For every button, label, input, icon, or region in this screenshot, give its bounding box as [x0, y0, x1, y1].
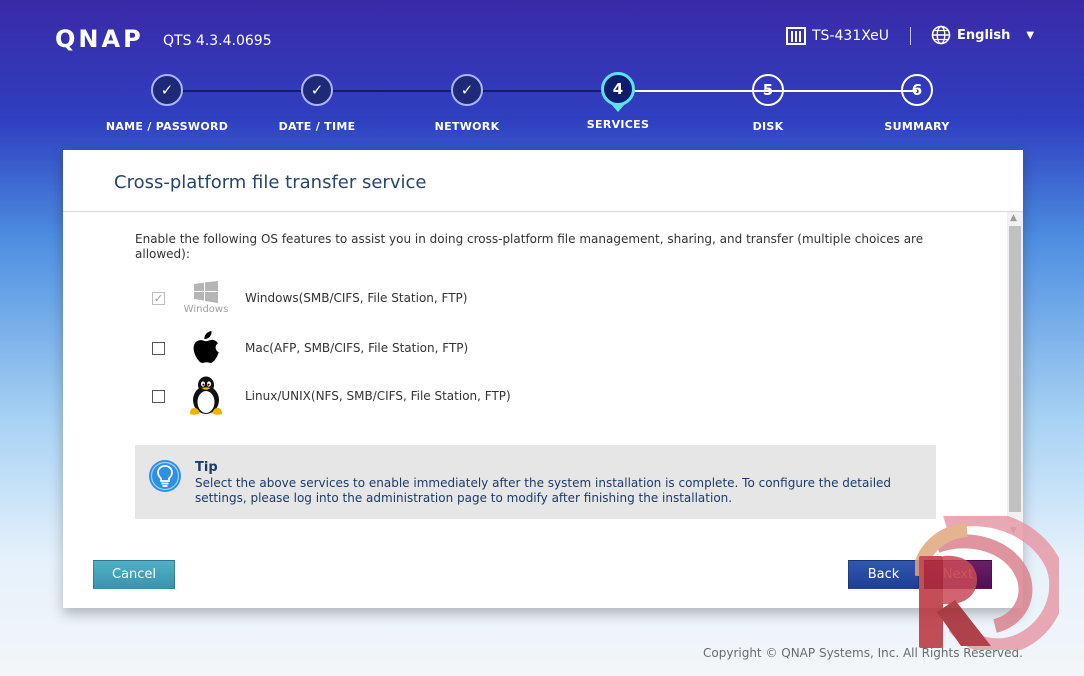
step-number: 5: [752, 74, 784, 106]
watermark-logo-icon: [915, 516, 1059, 650]
tip-text: Select the above services to enable imme…: [195, 476, 892, 505]
intro-text: Enable the following OS features to assi…: [135, 232, 924, 261]
header-divider: [910, 27, 911, 45]
windows-caption: Windows: [183, 304, 229, 315]
step-disk: 5 DISK: [688, 72, 848, 133]
step-check-icon: ✓: [301, 74, 333, 106]
linux-checkbox[interactable]: [152, 389, 165, 403]
firmware-version: QTS 4.3.4.0695: [163, 33, 272, 49]
language-selector[interactable]: English ▼: [931, 25, 1034, 45]
step-check-icon: ✓: [451, 74, 483, 106]
windows-checkbox[interactable]: ✓: [152, 291, 165, 305]
mac-checkbox[interactable]: [152, 341, 165, 355]
step-date-time: ✓ DATE / TIME: [237, 72, 397, 133]
step-label: DATE / TIME: [278, 120, 356, 133]
step-label: SUMMARY: [884, 120, 950, 133]
panel-title: Cross-platform file transfer service: [114, 172, 427, 193]
cancel-button[interactable]: Cancel: [93, 560, 175, 589]
globe-icon: [931, 25, 951, 45]
apple-icon: [181, 328, 231, 368]
mac-option-label: Mac(AFP, SMB/CIFS, File Station, FTP): [245, 341, 469, 355]
qnap-logo: QNAP: [55, 25, 144, 53]
lightbulb-icon: [148, 459, 182, 497]
option-linux: Linux/UNIX(NFS, SMB/CIFS, File Station, …: [152, 376, 511, 416]
device-model-label: TS-431XeU: [812, 28, 890, 44]
back-button[interactable]: Back: [848, 560, 919, 589]
vertical-scrollbar[interactable]: ▲ ▼: [1007, 212, 1023, 536]
linux-option-label: Linux/UNIX(NFS, SMB/CIFS, File Station, …: [245, 389, 511, 403]
step-label: SERVICES: [586, 118, 650, 131]
tip-box: Tip Select the above services to enable …: [135, 445, 936, 519]
option-mac: Mac(AFP, SMB/CIFS, File Station, FTP): [152, 328, 468, 368]
step-network: ✓ NETWORK: [387, 72, 547, 133]
step-label: NETWORK: [434, 120, 500, 133]
step-label: DISK: [752, 120, 784, 133]
step-name-password: ✓ NAME / PASSWORD: [87, 72, 247, 133]
scrollbar-thumb[interactable]: [1009, 226, 1021, 512]
top-header: QNAP QTS 4.3.4.0695 TS-431XeU English ▼ …: [0, 0, 1084, 150]
scroll-up-icon[interactable]: ▲: [1010, 213, 1017, 223]
nas-device-icon: [786, 27, 806, 45]
windows-option-label: Windows(SMB/CIFS, File Station, FTP): [245, 291, 468, 305]
panel-divider: [63, 211, 1023, 212]
tux-icon: [181, 376, 231, 416]
tip-title: Tip: [195, 460, 218, 475]
step-services: 4 SERVICES: [538, 72, 698, 131]
step-pointer-icon: [611, 104, 625, 112]
windows-icon: Windows: [181, 278, 231, 318]
device-model: TS-431XeU: [786, 27, 889, 45]
step-number: 6: [901, 74, 933, 106]
chevron-down-icon: ▼: [1026, 29, 1035, 41]
step-number: 4: [601, 72, 635, 106]
wizard-panel: Cross-platform file transfer service ▲ ▼…: [63, 150, 1023, 608]
step-check-icon: ✓: [151, 74, 183, 106]
option-windows: ✓ Windows Windows(SMB/CIFS, File Station…: [152, 278, 467, 318]
step-summary: 6 SUMMARY: [837, 72, 997, 133]
step-label: NAME / PASSWORD: [105, 120, 229, 133]
language-label: English: [957, 27, 1011, 43]
wizard-stepper: ✓ NAME / PASSWORD ✓ DATE / TIME ✓ NETWOR…: [0, 72, 1084, 142]
